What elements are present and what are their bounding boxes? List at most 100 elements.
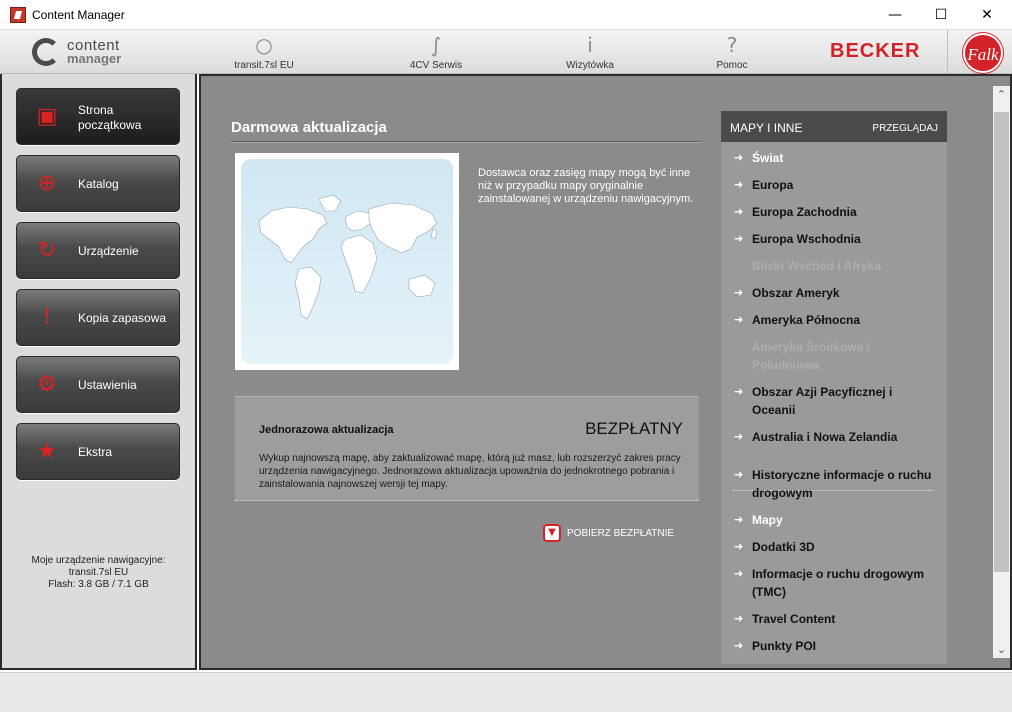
- offer-description: Wykup najnowszą mapę, aby zaktualizować …: [259, 453, 681, 490]
- close-icon: ✕: [981, 7, 993, 23]
- toolbar-device-button[interactable]: ○ transit.7sl EU: [209, 32, 319, 72]
- map-category-azja-pacyficzna[interactable]: ➜ Obszar Azji Pacyficznej i Oceanii: [721, 383, 947, 419]
- close-button[interactable]: ✕: [964, 0, 1010, 30]
- map-category-label: Europa: [752, 178, 794, 192]
- sidebar-item-device[interactable]: ↻ Urządzenie: [16, 222, 180, 279]
- sidebar-item-label: Strona początkowa: [78, 102, 142, 132]
- window-title: Content Manager: [32, 8, 125, 22]
- map-category-label: Mapy: [752, 513, 783, 527]
- map-category-swiat[interactable]: ➜ Świat: [721, 149, 947, 167]
- map-category-tmc[interactable]: ➜ Informacje o ruchu drogowym (TMC): [721, 565, 947, 601]
- arrow-right-icon: ➜: [734, 232, 744, 245]
- sidebar-item-extra[interactable]: ★ Ekstra: [16, 423, 180, 480]
- map-category-ameryka-polnocna[interactable]: ➜ Ameryka Północna: [721, 311, 947, 329]
- map-category-label: Travel Content: [752, 612, 836, 626]
- minimize-button[interactable]: —: [872, 0, 918, 30]
- arrow-right-icon: ➜: [734, 468, 744, 481]
- device-flash: Flash: 3.8 GB / 7.1 GB: [48, 579, 149, 590]
- map-category-label: Obszar Azji Pacyficznej i Oceanii: [752, 385, 893, 417]
- backup-icon: !: [42, 305, 52, 330]
- arrow-right-icon: ➜: [734, 430, 744, 443]
- north-america-shape: [258, 206, 328, 264]
- asia-shape: [368, 202, 438, 254]
- map-category-australia[interactable]: ➜ Australia i Nowa Zelandia: [721, 428, 947, 446]
- logo-sync-icon: [32, 38, 60, 66]
- offer-price: BEZPŁATNY: [585, 419, 683, 438]
- info-icon: i: [587, 33, 593, 57]
- device-sync-icon: ↻: [37, 238, 57, 263]
- map-category-europa[interactable]: ➜ Europa: [721, 176, 947, 194]
- map-category-label: Ameryka Środkowa i Południowa: [752, 340, 871, 372]
- sidebar-item-label: Ustawienia: [78, 378, 137, 392]
- map-category-label: Obszar Ameryk: [752, 286, 840, 300]
- world-map-image: [235, 153, 459, 370]
- device-heading: Moje urządzenie nawigacyjne:: [31, 555, 166, 566]
- falk-logo: Falk: [963, 33, 1003, 73]
- arrow-right-icon: ➜: [734, 639, 744, 652]
- map-description: Dostawca oraz zasięg mapy mogą być inne …: [478, 167, 694, 205]
- map-category-obszar-ameryk[interactable]: ➜ Obszar Ameryk: [721, 284, 947, 302]
- arrow-right-icon: ➜: [734, 385, 744, 398]
- sidebar-item-label: Kopia zapasowa: [78, 311, 167, 325]
- map-category-punkty-poi[interactable]: ➜ Punkty POI: [721, 637, 947, 655]
- becker-logo: BECKER: [830, 40, 921, 62]
- map-category-dodatki-3d[interactable]: ➜ Dodatki 3D: [721, 538, 947, 556]
- toolbar-service-label: 4CV Serwis: [409, 60, 463, 71]
- sidebar-item-settings[interactable]: ⚙ Ustawienia: [16, 356, 180, 413]
- title-bar: Content Manager — ☐ ✕: [0, 0, 1012, 30]
- maps-panel: MAPY I INNE PRZEGLĄDAJ ➜ Świat ➜ Europa ➜ E…: [721, 111, 947, 664]
- map-category-europa-zachodnia[interactable]: ➜ Europa Zachodnia: [721, 203, 947, 221]
- download-label: POBIERZ BEZPŁATNIE: [567, 527, 675, 539]
- download-free-button[interactable]: ▼ POBIERZ BEZPŁATNIE: [543, 523, 674, 543]
- japan-shape: [430, 228, 438, 240]
- world-map-graphic: [258, 194, 438, 320]
- map-category-europa-wschodnia[interactable]: ➜ Europa Wschodnia: [721, 230, 947, 248]
- map-category-mapy[interactable]: ➜ Mapy: [721, 511, 947, 529]
- toolbar-info-button[interactable]: i Wizytówka: [535, 32, 645, 72]
- toolbar-help-label: Pomoc: [716, 60, 748, 71]
- australia-shape: [408, 274, 436, 298]
- map-category-label: Historyczne informacje o ruchu drogowym: [752, 468, 932, 500]
- device-name: transit.7sl EU: [68, 567, 129, 578]
- browse-link[interactable]: PRZEGLĄDAJ: [872, 123, 938, 134]
- sidebar-item-label: Katalog: [78, 177, 119, 191]
- page-title: Darmowa aktualizacja: [231, 119, 387, 136]
- offer-title: Jednorazowa aktualizacja: [259, 424, 394, 436]
- map-category-label: Świat: [752, 151, 784, 165]
- toolbar-help-button[interactable]: ? Pomoc: [677, 32, 787, 72]
- map-category-label: Europa Zachodnia: [752, 205, 857, 219]
- map-category-label: Punkty POI: [752, 639, 817, 653]
- status-bar: [0, 672, 1012, 712]
- map-category-travel-content[interactable]: ➜ Travel Content: [721, 610, 947, 628]
- arrow-right-icon: ➜: [734, 513, 744, 526]
- content-manager-logo: content manager: [30, 36, 140, 70]
- sidebar-item-home[interactable]: ▣ Strona początkowa: [16, 88, 180, 145]
- service-icon: ∫: [430, 33, 442, 57]
- brand-divider: [947, 30, 948, 74]
- sidebar-item-catalog[interactable]: ⊕ Katalog: [16, 155, 180, 212]
- arrow-right-icon: ➜: [734, 540, 744, 553]
- home-icon: ▣: [36, 104, 58, 129]
- scroll-thumb[interactable]: [994, 112, 1009, 572]
- map-category-historyczne[interactable]: ➜ Historyczne informacje o ruchu drogowym: [721, 466, 947, 502]
- sidebar-item-backup[interactable]: ! Kopia zapasowa: [16, 289, 180, 346]
- world-map: [241, 159, 453, 364]
- scroll-up-icon[interactable]: ⌃: [993, 86, 1010, 103]
- arrow-right-icon: ➜: [734, 178, 744, 191]
- vertical-scrollbar[interactable]: ⌃ ⌄: [993, 86, 1010, 658]
- south-america-shape: [294, 266, 322, 320]
- logo-line2: manager: [67, 51, 122, 66]
- maps-panel-header: MAPY I INNE PRZEGLĄDAJ: [721, 111, 947, 142]
- map-category-label: Informacje o ruchu drogowym (TMC): [752, 567, 925, 599]
- scroll-down-icon[interactable]: ⌄: [993, 641, 1010, 658]
- settings-icon: ⚙: [37, 372, 57, 397]
- top-toolbar: content manager ○ transit.7sl EU ∫ 4CV S…: [0, 30, 1012, 74]
- africa-shape: [340, 234, 378, 294]
- minimize-icon: —: [888, 7, 902, 23]
- map-category-label: Dodatki 3D: [752, 540, 815, 554]
- maximize-button[interactable]: ☐: [918, 0, 964, 30]
- toolbar-service-button[interactable]: ∫ 4CV Serwis: [381, 32, 491, 72]
- main-content: Darmowa aktualizacja Dostawca oraz zasię…: [199, 74, 1012, 670]
- arrow-right-icon: ➜: [734, 286, 744, 299]
- offer-box: Jednorazowa aktualizacja BEZPŁATNY Wykup…: [235, 396, 699, 501]
